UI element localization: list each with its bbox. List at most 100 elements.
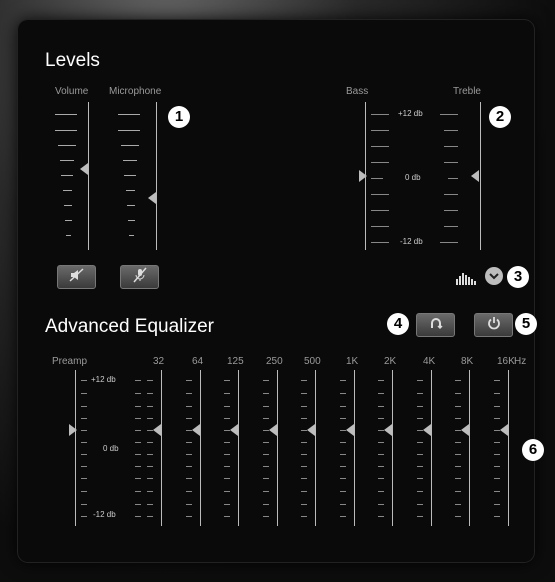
eq-band-tick xyxy=(186,406,192,407)
eq-band-tick xyxy=(263,406,269,407)
eq-band-tick xyxy=(340,406,346,407)
microphone-muted-icon xyxy=(132,267,148,288)
eq-band-tick xyxy=(340,516,346,517)
eq-band-tick xyxy=(263,504,269,505)
eq-band-tick xyxy=(494,406,500,407)
eq-band-tick xyxy=(263,478,269,479)
eq-band-tick xyxy=(494,504,500,505)
callout-5: 5 xyxy=(515,313,537,335)
volume-slider-thumb[interactable] xyxy=(80,162,88,175)
callout-3: 3 xyxy=(507,266,529,288)
eq-band-tick xyxy=(494,418,500,419)
eq-band-tick xyxy=(301,504,307,505)
eq-band-tick xyxy=(147,491,153,492)
preamp-label: Preamp xyxy=(52,356,88,367)
volume-tick xyxy=(55,114,77,115)
eq-band-tick xyxy=(186,504,192,505)
microphone-tick xyxy=(124,175,136,176)
eq-band-tick xyxy=(417,418,423,419)
audio-settings-panel: Levels Volume Microphone 1 Bass Treble +… xyxy=(18,20,544,562)
eq-band-tick xyxy=(340,478,346,479)
volume-tick xyxy=(65,220,72,221)
eq-band-tick xyxy=(263,516,269,517)
eq-band-label: 250 xyxy=(266,356,283,367)
volume-tick xyxy=(66,235,71,236)
eq-band-tick xyxy=(147,466,153,467)
eq-band-tick xyxy=(378,491,384,492)
eq-band-tick xyxy=(417,442,423,443)
eq-band-tick xyxy=(455,491,461,492)
eq-band-tick xyxy=(263,466,269,467)
eq-band-tick xyxy=(301,466,307,467)
reset-equalizer-button[interactable] xyxy=(416,313,455,337)
eq-band-thumb[interactable] xyxy=(192,424,200,436)
eq-band-tick xyxy=(147,393,153,394)
eq-band-tick xyxy=(455,393,461,394)
preamp-slider-thumb[interactable] xyxy=(69,424,77,436)
volume-tick xyxy=(64,205,72,206)
eq-band-tick xyxy=(340,504,346,505)
microphone-tick xyxy=(127,205,135,206)
callout-1: 1 xyxy=(168,106,190,128)
eq-band-thumb[interactable] xyxy=(269,424,277,436)
eq-band-tick xyxy=(455,454,461,455)
advanced-equalizer-title: Advanced Equalizer xyxy=(45,316,214,337)
microphone-track xyxy=(156,102,157,250)
eq-band-tick xyxy=(224,466,230,467)
eq-band-thumb[interactable] xyxy=(423,424,431,436)
equalizer-presets-button[interactable] xyxy=(456,271,478,290)
eq-band-tick xyxy=(301,380,307,381)
eq-band-tick xyxy=(186,478,192,479)
eq-band-tick xyxy=(263,393,269,394)
eq-band-track xyxy=(238,370,239,526)
microphone-tick xyxy=(128,220,135,221)
levels-title: Levels xyxy=(45,50,100,71)
eq-band-tick xyxy=(455,504,461,505)
treble-slider-thumb[interactable] xyxy=(471,170,479,182)
eq-band-tick xyxy=(301,393,307,394)
eq-band-label: 125 xyxy=(227,356,244,367)
eq-band-tick xyxy=(378,418,384,419)
treble-label: Treble xyxy=(453,86,481,97)
eq-band-label: 2K xyxy=(384,356,397,367)
eq-band-tick xyxy=(340,393,346,394)
eq-band-tick xyxy=(147,516,153,517)
eq-band-label: 500 xyxy=(304,356,321,367)
bass-slider-thumb[interactable] xyxy=(359,170,367,182)
eq-band-track xyxy=(161,370,162,526)
eq-band-tick xyxy=(378,406,384,407)
eq-band-tick xyxy=(417,380,423,381)
eq-band-thumb[interactable] xyxy=(153,424,161,436)
eq-band-thumb[interactable] xyxy=(461,424,469,436)
eq-band-tick xyxy=(455,406,461,407)
eq-band-tick xyxy=(301,406,307,407)
eq-band-tick xyxy=(263,442,269,443)
eq-band-track xyxy=(431,370,432,526)
eq-band-tick xyxy=(378,442,384,443)
eq-band-thumb[interactable] xyxy=(230,424,238,436)
eq-band-tick xyxy=(147,406,153,407)
volume-track xyxy=(88,102,89,250)
eq-band-thumb[interactable] xyxy=(500,424,508,436)
microphone-slider-thumb[interactable] xyxy=(148,192,156,205)
eq-band-tick xyxy=(417,393,423,394)
eq-band-tick xyxy=(186,466,192,467)
equalizer-power-button[interactable] xyxy=(474,313,513,337)
microphone-tick xyxy=(123,160,137,161)
eq-band-tick xyxy=(378,380,384,381)
mute-volume-button[interactable] xyxy=(57,265,96,289)
bass-treble-minus-db: -12 db xyxy=(398,237,425,246)
eq-band-thumb[interactable] xyxy=(346,424,354,436)
eq-band-thumb[interactable] xyxy=(384,424,392,436)
eq-band-thumb[interactable] xyxy=(307,424,315,436)
mute-microphone-button[interactable] xyxy=(120,265,159,289)
presets-dropdown-button[interactable] xyxy=(485,267,503,285)
eq-band-tick xyxy=(417,454,423,455)
eq-band-label: 1K xyxy=(346,356,359,367)
eq-band-tick xyxy=(224,406,230,407)
eq-band-tick xyxy=(186,418,192,419)
eq-band-tick xyxy=(224,478,230,479)
volume-label: Volume xyxy=(55,86,89,97)
eq-band-tick xyxy=(224,393,230,394)
eq-band-tick xyxy=(263,454,269,455)
